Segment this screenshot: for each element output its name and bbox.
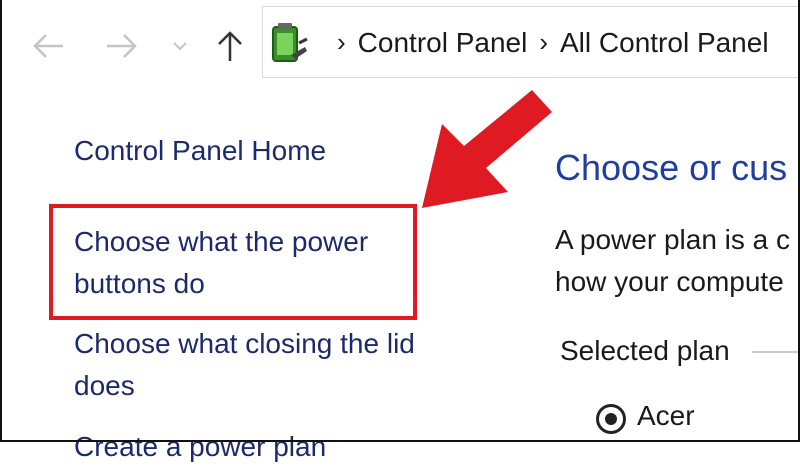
control-panel-window: › Control Panel › All Control Panel Cont… bbox=[0, 0, 800, 462]
sidebar-item-create-power-plan[interactable]: Create a power plan bbox=[74, 426, 326, 468]
window-border bbox=[0, 0, 2, 442]
back-button[interactable] bbox=[30, 26, 66, 66]
chevron-down-icon bbox=[173, 42, 187, 51]
arrow-right-icon bbox=[107, 34, 137, 58]
breadcrumb-all-control-panel[interactable]: All Control Panel bbox=[560, 27, 769, 59]
breadcrumb-control-panel[interactable]: Control Panel bbox=[358, 27, 528, 59]
page-description: A power plan is a c how your compute bbox=[555, 219, 790, 303]
sidebar-item-closing-lid[interactable]: Choose what closing the lid does bbox=[74, 323, 415, 407]
description-line: A power plan is a c bbox=[555, 224, 791, 255]
description-line: how your compute bbox=[555, 266, 784, 297]
sidebar-item-label: does bbox=[74, 370, 135, 401]
address-bar[interactable]: › Control Panel › All Control Panel bbox=[262, 6, 800, 78]
up-button[interactable] bbox=[212, 26, 248, 66]
breadcrumb: › Control Panel › All Control Panel bbox=[269, 7, 769, 79]
section-divider bbox=[752, 351, 800, 353]
arrow-left-icon bbox=[33, 34, 63, 58]
red-annotation-arrow-icon bbox=[422, 90, 552, 208]
breadcrumb-separator-icon: › bbox=[539, 26, 548, 57]
page-title: Choose or cus bbox=[555, 147, 788, 188]
forward-button[interactable] bbox=[104, 26, 140, 66]
plan-radio-button[interactable] bbox=[596, 404, 626, 434]
sidebar-item-control-panel-home[interactable]: Control Panel Home bbox=[74, 130, 326, 172]
recent-locations-button[interactable] bbox=[170, 26, 190, 66]
plan-name-label[interactable]: Acer bbox=[637, 400, 695, 432]
arrow-up-icon bbox=[218, 31, 242, 61]
highlight-box bbox=[49, 204, 417, 320]
breadcrumb-separator-icon: › bbox=[337, 26, 346, 57]
selected-plan-label: Selected plan bbox=[560, 335, 730, 366]
sidebar-item-label: Choose what closing the lid bbox=[74, 328, 415, 359]
power-options-icon bbox=[272, 23, 308, 62]
